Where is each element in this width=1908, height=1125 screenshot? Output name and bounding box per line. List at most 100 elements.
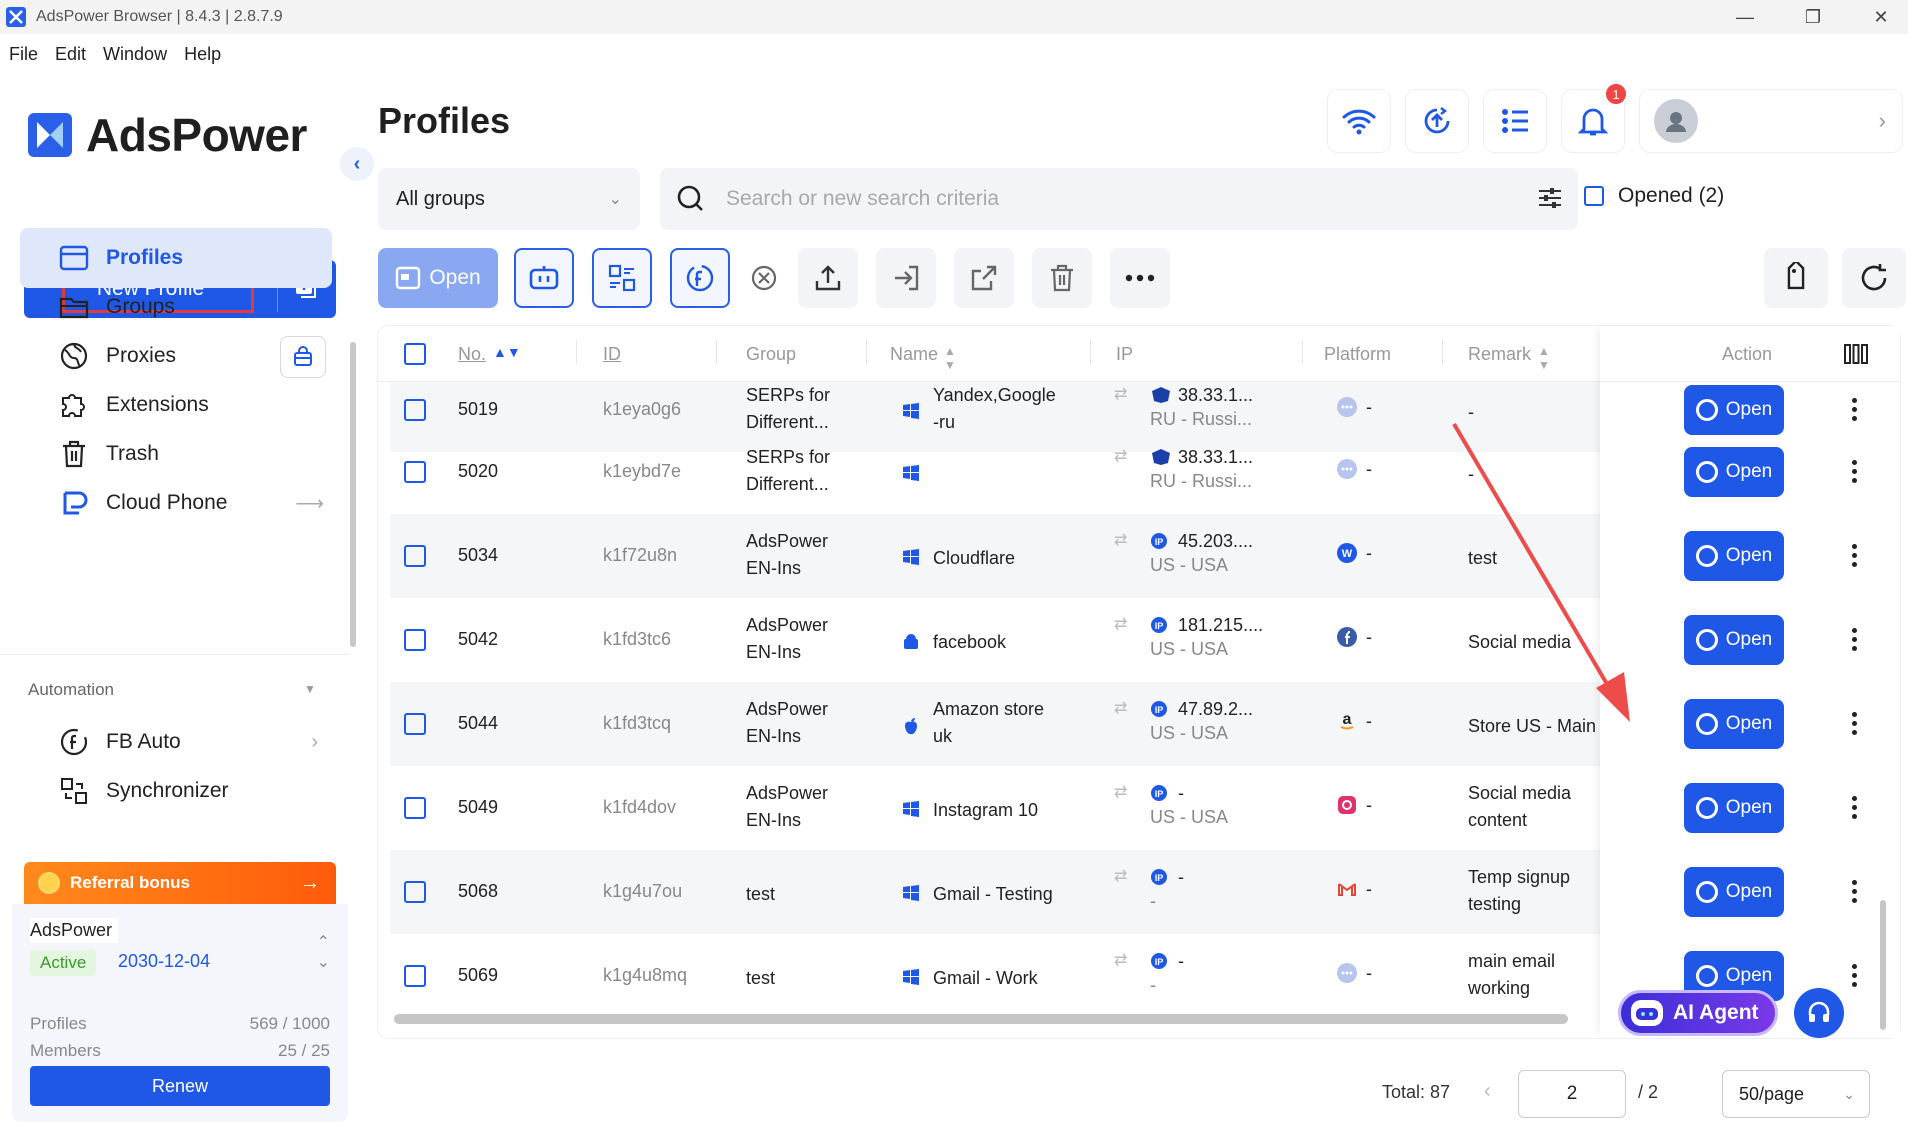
prev-page-icon[interactable]: ‹ [1484,1080,1491,1103]
cell-name: Cloudflare [933,545,1015,572]
swap-icon[interactable]: ⇄ [1114,614,1127,634]
sort-icon[interactable]: ▲▼ [493,344,521,360]
close-browsers-button[interactable] [734,248,794,308]
minimize-icon[interactable]: — [1720,0,1770,34]
opened-filter[interactable]: Opened (2) [1584,184,1724,208]
opened-checkbox[interactable] [1584,186,1604,206]
share-icon [971,265,997,291]
open-profile-button[interactable]: Open [1684,699,1784,749]
synchronizer-button[interactable] [592,248,652,308]
open-profile-button[interactable]: Open [1684,615,1784,665]
move-group-button[interactable] [876,248,936,308]
sort-icon[interactable]: ▲▼ [944,344,956,372]
col-remark[interactable]: Remark [1468,344,1531,365]
group-select[interactable]: All groups ⌄ [378,168,640,230]
menu-help[interactable]: Help [184,44,221,65]
facebook-auto-icon [56,724,92,760]
refresh-button[interactable] [1842,248,1906,308]
row-checkbox[interactable] [404,713,426,735]
filter-settings-icon[interactable] [1536,184,1564,212]
cell-id: k1g4u8mq [603,965,688,985]
row-checkbox[interactable] [404,545,426,567]
more-vertical-icon[interactable] [1850,542,1858,569]
open-profile-button[interactable]: Open [1684,385,1784,435]
expand-toggle-icon[interactable]: ⌃ ⌄ [317,932,330,972]
more-vertical-icon[interactable] [1850,458,1858,485]
share-button[interactable] [954,248,1014,308]
more-vertical-icon[interactable] [1850,710,1858,737]
col-no[interactable]: No. [458,344,486,365]
remark-line-1: main email [1468,951,1556,971]
column-settings-icon[interactable] [1844,344,1868,364]
open-profile-button[interactable]: Open [1684,531,1784,581]
row-checkbox[interactable] [404,965,426,987]
sidebar-item-synchronizer[interactable]: Synchronizer [20,761,332,821]
cell-ip: - [1178,864,1184,891]
amazon-icon: a [1340,711,1354,730]
more-actions-button[interactable] [1110,248,1170,308]
renew-button[interactable]: Renew [30,1066,330,1106]
table-scrollbar[interactable] [1880,900,1886,1030]
more-vertical-icon[interactable] [1850,626,1858,653]
swap-icon[interactable]: ⇄ [1114,698,1127,718]
cell-ip: 181.215.... [1178,612,1263,639]
more-vertical-icon[interactable] [1850,962,1858,989]
delete-button[interactable] [1032,248,1092,308]
select-all-checkbox[interactable] [404,343,426,365]
row-checkbox[interactable] [404,461,426,483]
instagram-icon [1338,796,1356,814]
collapse-sidebar-button[interactable]: ‹ [340,147,374,181]
more-vertical-icon[interactable] [1850,794,1858,821]
rpa-button[interactable] [514,248,574,308]
sidebar-item-cloud-phone[interactable]: Cloud Phone ⟶ [20,473,332,533]
browser-icon [1695,545,1718,567]
page-input[interactable]: 2 [1518,1070,1626,1118]
restore-icon[interactable]: ❐ [1788,0,1838,34]
open-profile-button[interactable]: Open [1684,447,1784,497]
sync-button[interactable] [1406,90,1468,152]
row-checkbox[interactable] [404,629,426,651]
row-checkbox[interactable] [404,881,426,903]
swap-icon[interactable]: ⇄ [1114,446,1127,466]
ai-agent-button[interactable]: AI Agent [1618,990,1778,1036]
open-profile-button[interactable]: Open [1684,783,1784,833]
notifications-button[interactable]: 1 [1562,82,1628,152]
search-input[interactable] [726,187,1486,211]
per-page-select[interactable]: 50/page ⌄ [1722,1070,1870,1118]
chevron-down-icon: ▼ [304,682,316,696]
sidebar-scrollbar[interactable] [350,342,356,647]
row-checkbox[interactable] [404,797,426,819]
open-profile-button[interactable]: Open [1684,867,1784,917]
refresh-fingerprint-button[interactable] [670,248,730,308]
task-list-button[interactable] [1484,90,1546,152]
col-name[interactable]: Name [890,344,938,365]
more-vertical-icon[interactable] [1850,878,1858,905]
support-button[interactable] [1794,988,1844,1038]
swap-icon[interactable]: ⇄ [1114,384,1127,404]
sort-icon[interactable]: ▲▼ [1538,344,1550,372]
row-checkbox[interactable] [404,399,426,421]
horizontal-scrollbar[interactable] [394,1014,1568,1024]
swap-icon[interactable]: ⇄ [1114,950,1127,970]
open-selected-button[interactable]: Open [378,248,498,308]
automation-section-header[interactable]: Automation ▼ [28,680,316,700]
menu-edit[interactable]: Edit [55,44,86,65]
close-icon[interactable]: ✕ [1856,0,1906,34]
cell-name: Gmail - Work [933,965,1038,992]
swap-icon[interactable]: ⇄ [1114,530,1127,550]
opened-label: Opened (2) [1618,184,1725,207]
ip-icon: IP [1150,784,1168,807]
menu-file[interactable]: File [9,44,38,65]
tag-button[interactable] [1764,248,1828,308]
menu-window[interactable]: Window [103,44,167,65]
platform-generic-icon [1337,397,1357,417]
proxy-shop-button[interactable] [280,336,326,378]
swap-icon[interactable]: ⇄ [1114,782,1127,802]
network-button[interactable] [1328,90,1390,152]
more-vertical-icon[interactable] [1850,396,1858,423]
arrow-right-icon: ⟶ [295,492,324,515]
referral-bonus-banner[interactable]: Referral bonus → [24,862,336,904]
user-menu[interactable]: › [1640,90,1902,152]
swap-icon[interactable]: ⇄ [1114,866,1127,886]
export-button[interactable] [798,248,858,308]
